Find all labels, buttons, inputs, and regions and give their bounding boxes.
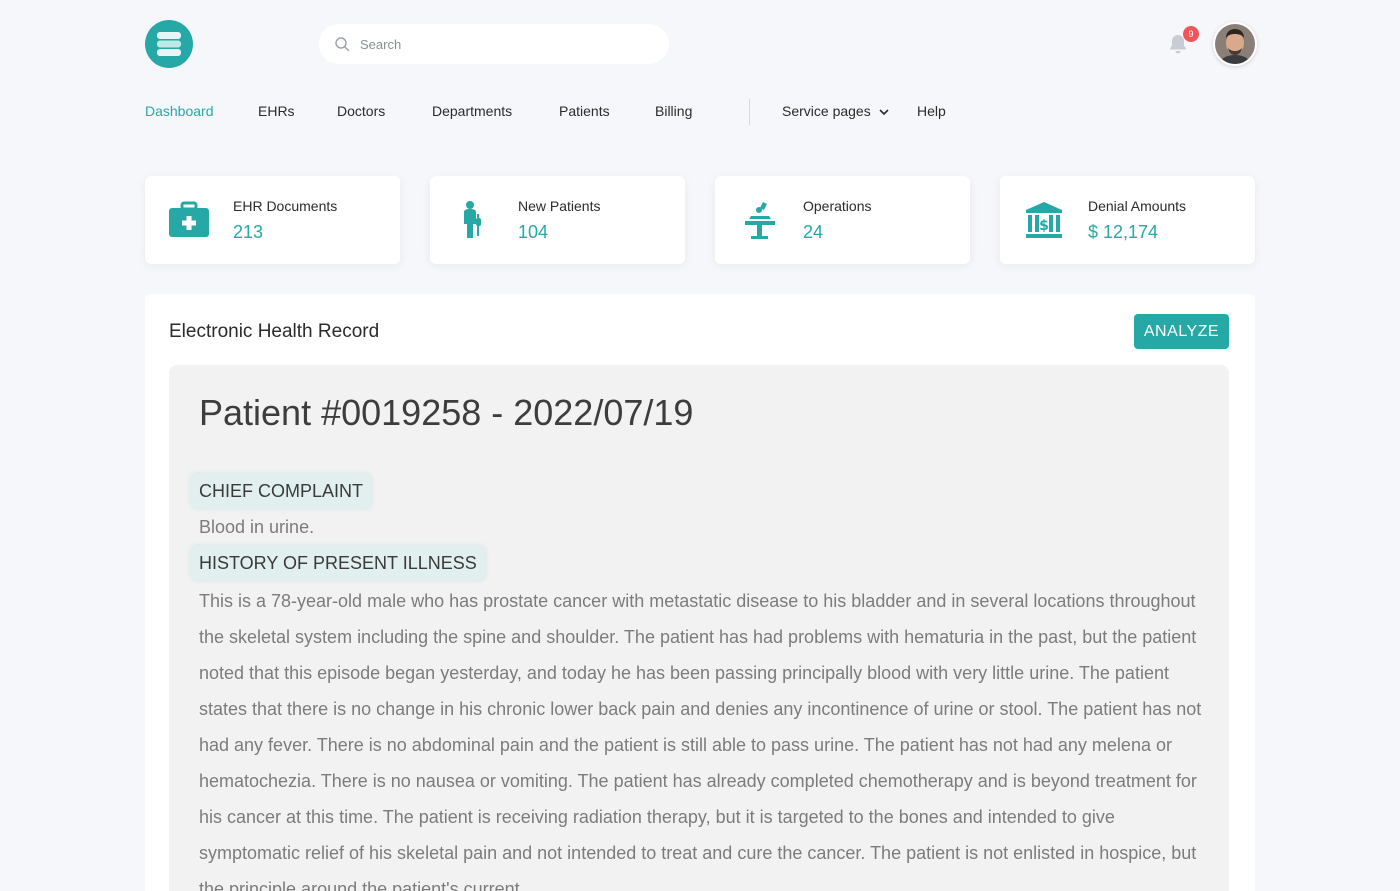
stat-value: $ 12,174: [1088, 222, 1159, 242]
stat-card-operations[interactable]: Operations 24: [715, 176, 970, 264]
section-text-history: This is a 78-year-old male who has prost…: [199, 591, 1202, 891]
app-logo[interactable]: [145, 20, 193, 68]
stat-value: 104: [518, 222, 549, 242]
section-heading-chief-complaint[interactable]: CHIEF COMPLAINT: [191, 474, 372, 508]
nav-doctors[interactable]: Doctors: [337, 103, 385, 119]
stat-label: Denial Amounts: [1088, 198, 1187, 214]
section-text-chief-complaint: Blood in urine.: [199, 517, 315, 537]
search-icon: [335, 37, 350, 52]
nav-billing[interactable]: Billing: [655, 103, 692, 119]
document-title: Patient #0019258 - 2022/07/19: [199, 392, 694, 433]
nav-service-pages-label: Service pages: [782, 103, 871, 119]
stat-label: Operations: [803, 198, 872, 214]
nav-dashboard[interactable]: Dashboard: [145, 103, 214, 119]
stat-value: 213: [233, 222, 264, 242]
operation-icon: [745, 202, 775, 239]
stat-label: New Patients: [518, 198, 601, 214]
stat-value: 24: [803, 222, 824, 242]
ehr-document: Patient #0019258 - 2022/07/19 CHIEF COMP…: [169, 365, 1229, 891]
search-bar[interactable]: [319, 24, 669, 64]
user-avatar[interactable]: [1213, 22, 1257, 66]
svg-text:$: $: [1039, 218, 1049, 234]
nav-ehrs[interactable]: EHRs: [258, 103, 295, 119]
stat-card-ehr-documents[interactable]: EHR Documents 213: [145, 176, 400, 264]
nav-patients[interactable]: Patients: [559, 103, 610, 119]
patient-icon: [464, 201, 481, 238]
nav-departments[interactable]: Departments: [432, 103, 512, 119]
stat-card-denial-amounts[interactable]: $ Denial Amounts $ 12,174: [1000, 176, 1255, 264]
notification-badge: 9: [1183, 26, 1199, 42]
section-heading-history[interactable]: HISTORY OF PRESENT ILLNESS: [191, 546, 485, 580]
stat-card-new-patients[interactable]: New Patients 104: [430, 176, 685, 264]
analyze-button[interactable]: ANALYZE: [1134, 314, 1229, 349]
chevron-down-icon: [879, 109, 889, 116]
logo-stack-icon: [157, 32, 181, 56]
nav-divider: [749, 99, 750, 125]
ehr-panel: Electronic Health Record ANALYZE Patient…: [145, 294, 1255, 891]
stat-label: EHR Documents: [233, 198, 338, 214]
bank-icon: $: [1026, 202, 1062, 238]
search-input[interactable]: [360, 36, 640, 52]
panel-title: Electronic Health Record: [169, 321, 380, 342]
nav-service-pages[interactable]: Service pages: [782, 103, 889, 119]
avatar-image: [1215, 24, 1255, 64]
nav-help[interactable]: Help: [917, 103, 946, 119]
medical-kit-icon: [169, 201, 209, 237]
